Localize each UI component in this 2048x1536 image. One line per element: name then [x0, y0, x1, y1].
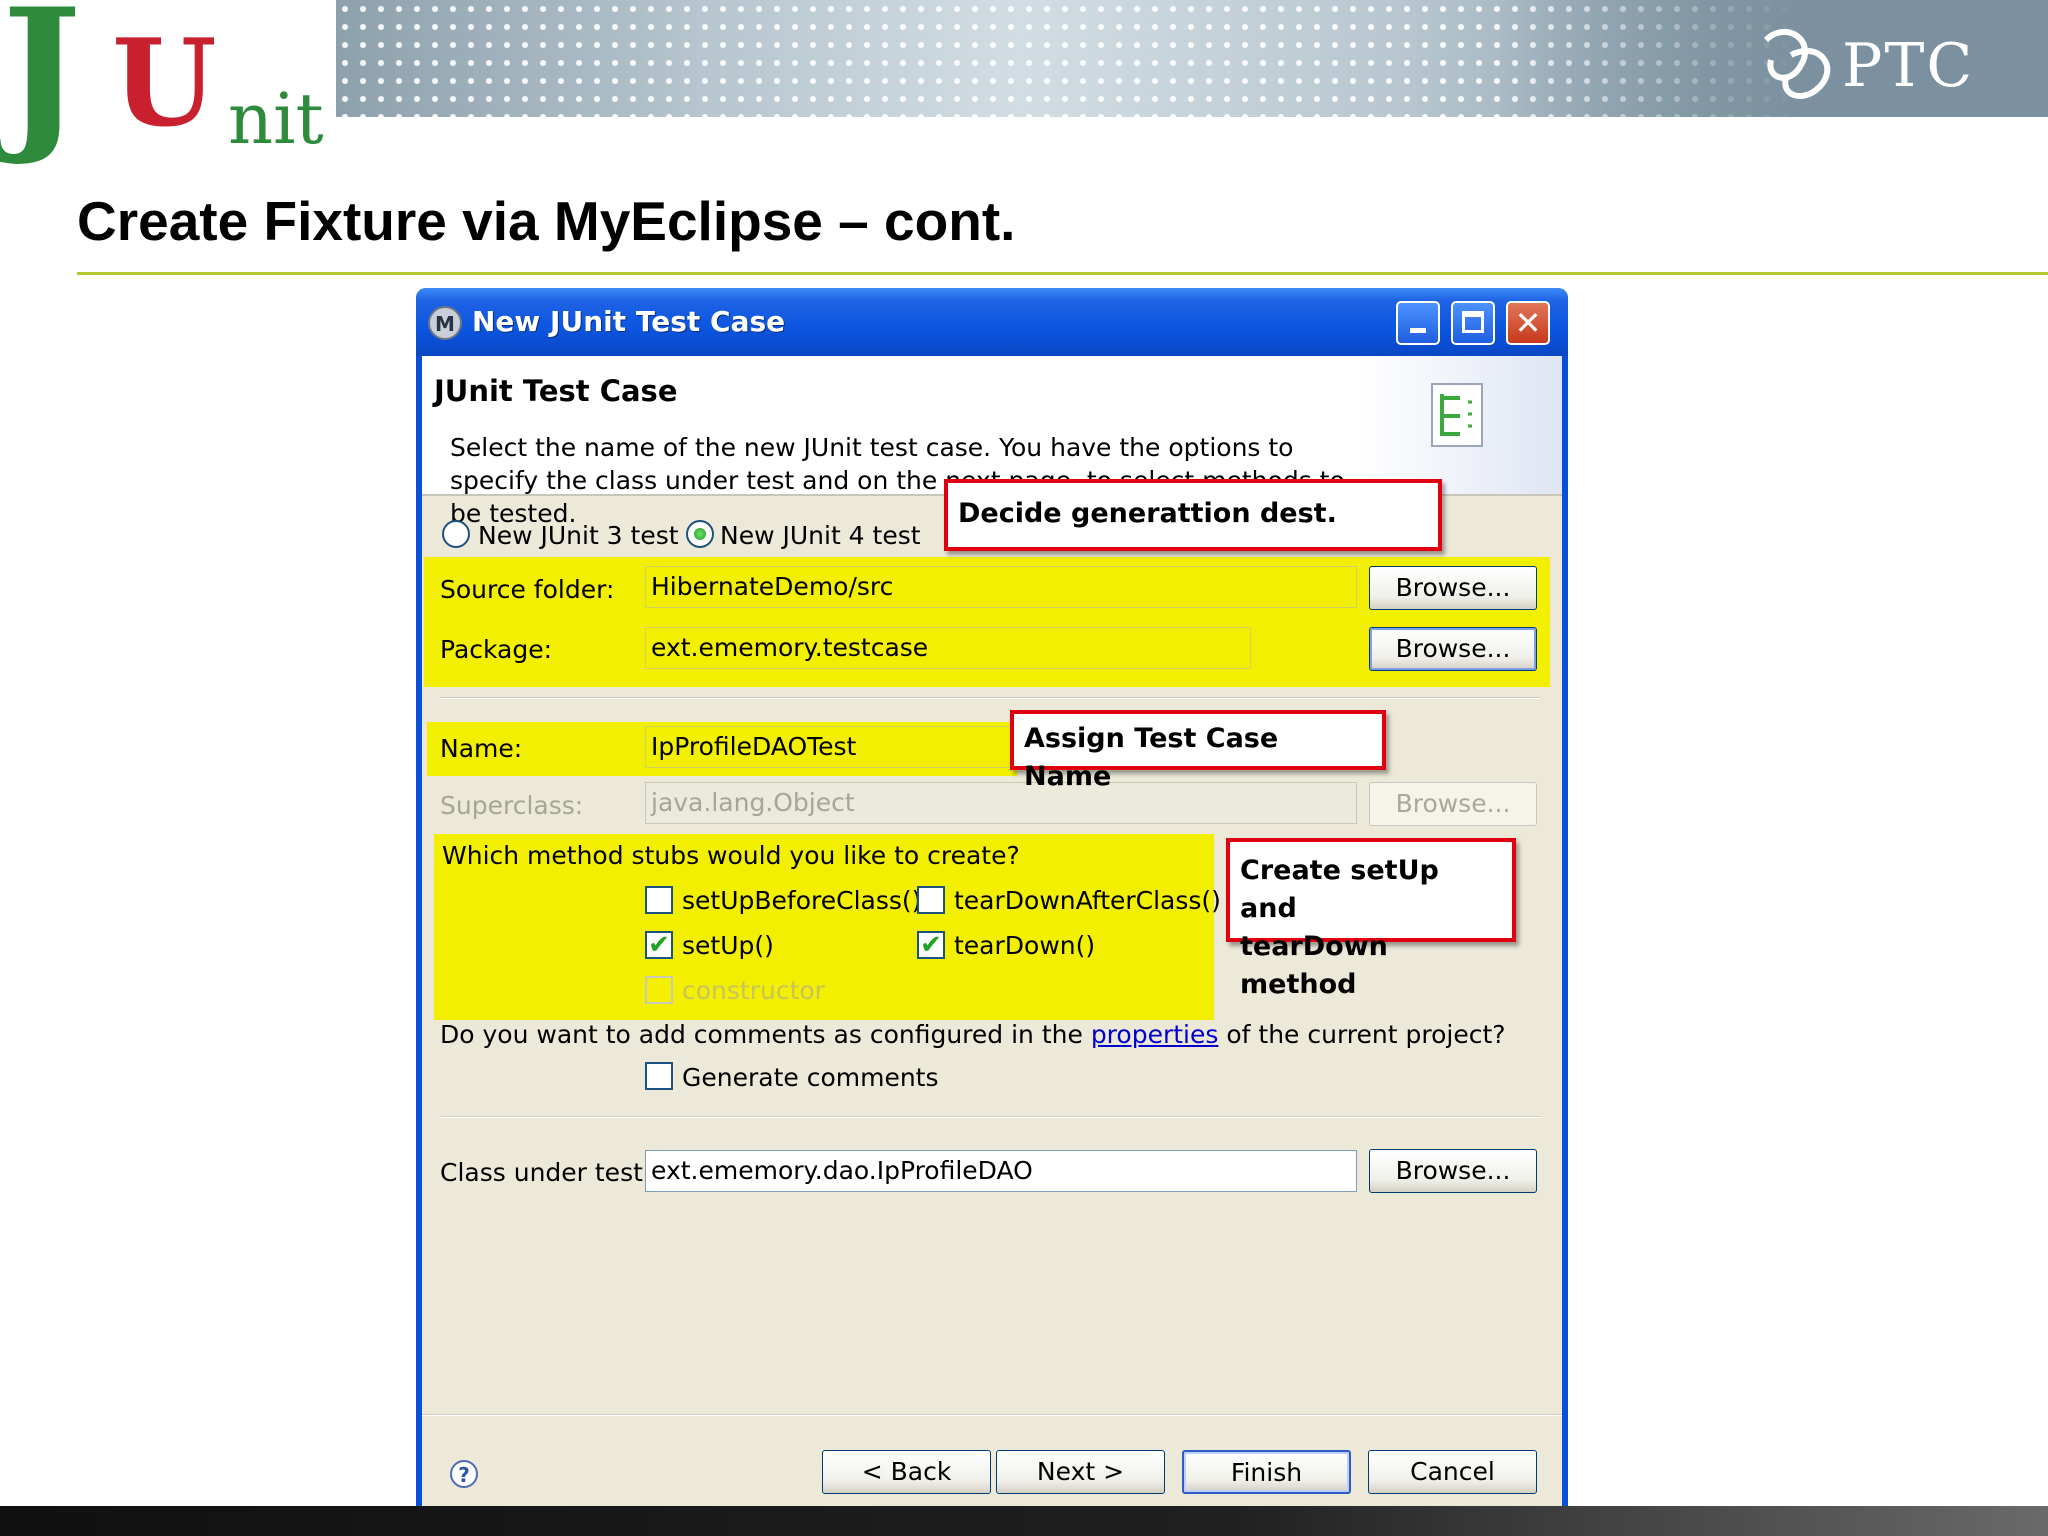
class-under-test-input[interactable]: ext.ememory.dao.IpProfileDAO	[645, 1150, 1357, 1192]
junit3-radio[interactable]	[442, 520, 470, 548]
setup-checkbox[interactable]: ✔	[645, 931, 673, 959]
properties-link[interactable]: properties	[1091, 1020, 1219, 1049]
superclass-label: Superclass:	[440, 791, 584, 820]
package-label: Package:	[440, 635, 553, 664]
next-button[interactable]: Next >	[996, 1450, 1165, 1494]
title-divider	[77, 272, 2048, 275]
radio-selected-dot	[694, 528, 706, 540]
close-button[interactable]: ✕	[1506, 301, 1550, 345]
package-input[interactable]: ext.ememory.testcase	[645, 627, 1251, 669]
teardown-label[interactable]: tearDown()	[954, 933, 1095, 958]
superclass-input[interactable]: java.lang.Object	[645, 782, 1357, 824]
setupbeforeclass-label[interactable]: setUpBeforeClass()	[682, 888, 921, 913]
junit4-radio-label[interactable]: New JUnit 4 test	[720, 523, 921, 548]
section-separator	[440, 1116, 1540, 1118]
callout-setup-line2: tearDown method	[1240, 931, 1388, 1000]
class-under-test-label: Class under test:	[440, 1158, 652, 1187]
back-button[interactable]: < Back	[822, 1450, 991, 1494]
constructor-checkbox[interactable]	[645, 976, 673, 1004]
teardown-checkbox[interactable]: ✔	[917, 931, 945, 959]
footer-separator	[422, 1414, 1562, 1416]
generate-comments-checkbox[interactable]	[645, 1062, 673, 1090]
slide-footer-bar	[0, 1506, 2048, 1536]
superclass-browse-button[interactable]: Browse...	[1369, 782, 1537, 826]
finish-button[interactable]: Finish	[1182, 1450, 1351, 1494]
help-icon[interactable]: ?	[450, 1460, 478, 1488]
source-folder-input[interactable]: HibernateDemo/src	[645, 566, 1357, 608]
myeclipse-icon: M	[428, 306, 462, 340]
setup-label[interactable]: setUp()	[682, 933, 774, 958]
callout-setup-line1: Create setUp and	[1240, 855, 1439, 924]
maximize-icon	[1462, 311, 1484, 333]
cancel-button[interactable]: Cancel	[1368, 1450, 1537, 1494]
junit-logo: J U nit	[0, 0, 336, 180]
junit3-radio-label[interactable]: New JUnit 3 test	[478, 523, 679, 548]
teardownafterclass-label[interactable]: tearDownAfterClass()	[954, 888, 1221, 913]
teardownafterclass-checkbox[interactable]	[917, 886, 945, 914]
callout-setup-teardown: Create setUp and tearDown method	[1226, 838, 1516, 1000]
package-browse-button[interactable]: Browse...	[1369, 627, 1537, 671]
callout-test-case-name: Assign Test Case Name	[1010, 710, 1386, 792]
comments-question-start: Do you want to add comments as configure…	[440, 1020, 1083, 1049]
section-separator	[440, 697, 1540, 699]
setupbeforeclass-checkbox[interactable]	[645, 886, 673, 914]
name-label: Name:	[440, 734, 523, 763]
slide-title: Create Fixture via MyEclipse – cont.	[77, 190, 1016, 252]
method-stubs-question: Which method stubs would you like to cre…	[442, 841, 1020, 870]
comments-question: Do you want to add comments as configure…	[440, 1022, 1506, 1047]
junit-logo-j: J	[2, 0, 82, 169]
junit-logo-nit: nit	[228, 78, 324, 160]
junit4-radio[interactable]	[686, 520, 714, 548]
source-folder-label: Source folder:	[440, 575, 615, 604]
junit-logo-u: U	[112, 13, 217, 154]
comments-question-end: of the current project?	[1226, 1020, 1506, 1049]
source-folder-browse-button[interactable]: Browse...	[1369, 566, 1537, 610]
generate-comments-label[interactable]: Generate comments	[682, 1065, 939, 1090]
minimize-icon	[1410, 328, 1426, 333]
constructor-label: constructor	[682, 976, 825, 1005]
name-input[interactable]: IpProfileDAOTest	[645, 726, 1017, 768]
dialog-title: New JUnit Test Case	[472, 305, 786, 338]
minimize-button[interactable]	[1396, 301, 1440, 345]
wizard-heading: JUnit Test Case	[434, 374, 678, 408]
ptc-logo-text: PTC	[1842, 31, 1975, 101]
class-under-test-browse-button[interactable]: Browse...	[1369, 1149, 1537, 1193]
callout-generation-dest: Decide generattion dest.	[944, 479, 1442, 551]
maximize-button[interactable]	[1451, 301, 1495, 345]
close-icon: ✕	[1514, 304, 1542, 342]
junit-wizard-icon	[1431, 383, 1483, 447]
